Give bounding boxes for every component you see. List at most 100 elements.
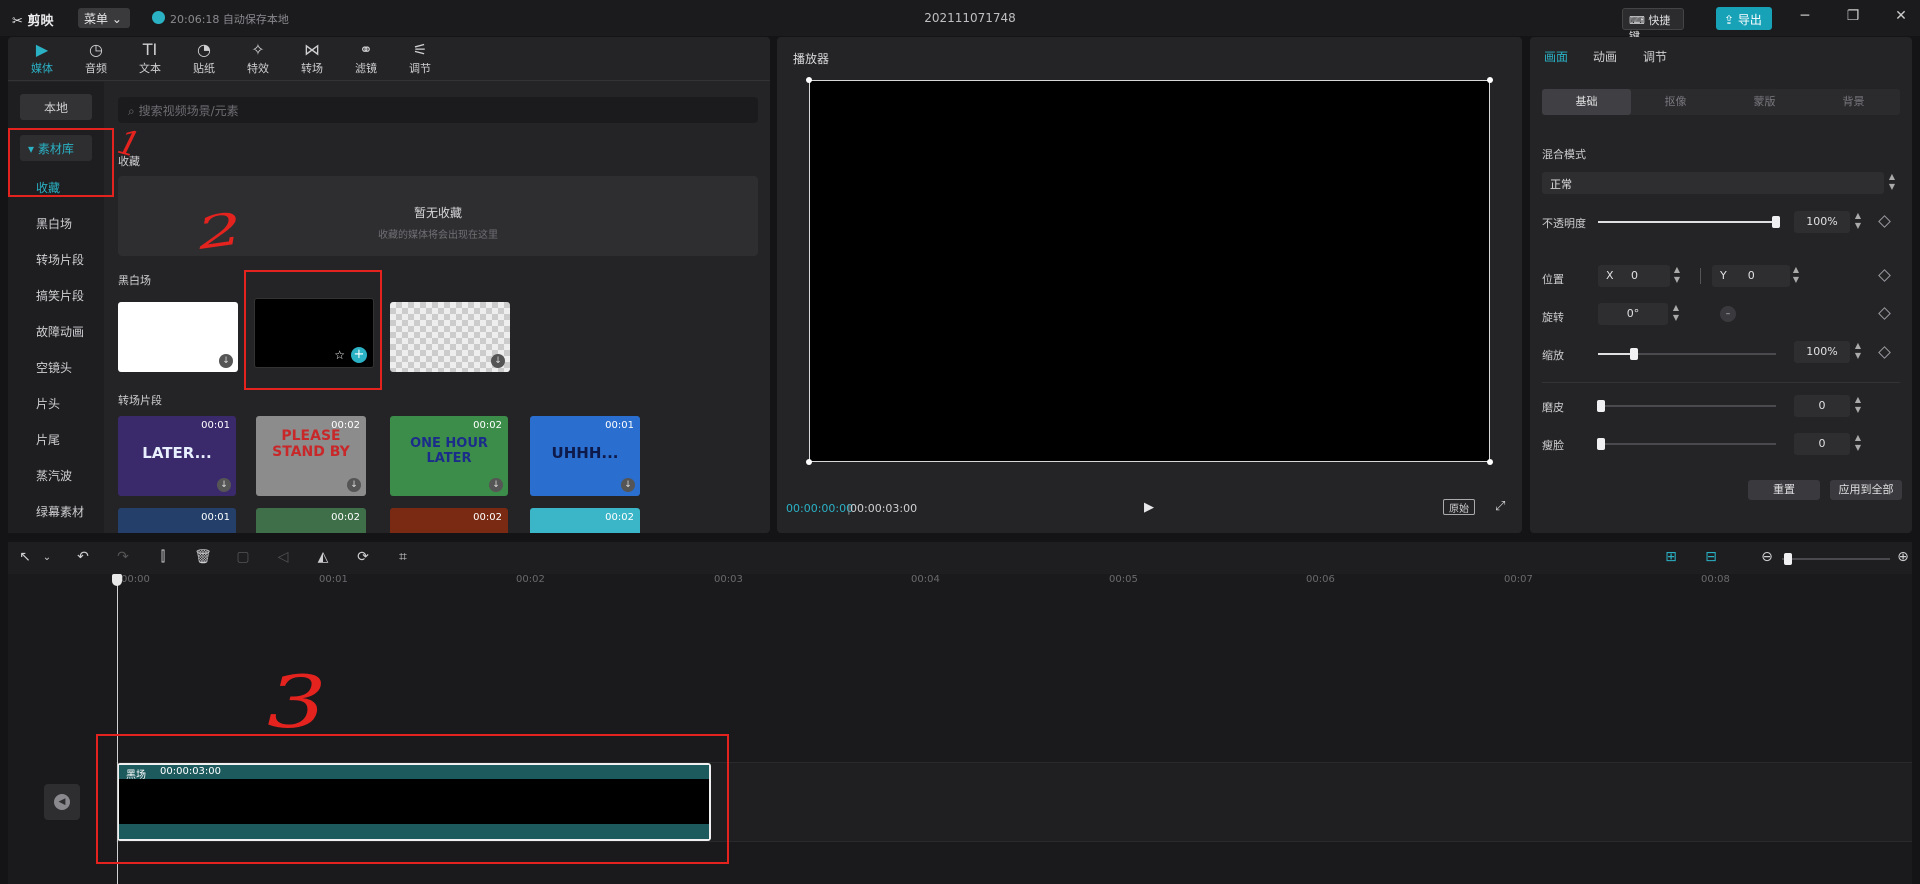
maximize-icon[interactable]: ❐: [1842, 8, 1864, 28]
smooth-skin-input[interactable]: 0: [1794, 395, 1850, 417]
delete-icon[interactable]: 🗑: [194, 549, 212, 565]
player-canvas[interactable]: [809, 80, 1490, 462]
slim-stepper-icon[interactable]: ▲ ▼: [1852, 433, 1864, 455]
media-thumb-clip[interactable]: UHHH... 00:01 ↓: [530, 416, 640, 496]
chevron-down-icon[interactable]: ⌄: [38, 552, 56, 563]
opacity-slider-knob[interactable]: [1772, 216, 1780, 228]
tab-sticker[interactable]: ◔ 贴纸: [182, 40, 226, 80]
nav-item[interactable]: 搞笑片段: [36, 287, 84, 304]
resize-handle[interactable]: [1487, 77, 1493, 83]
tab-effects[interactable]: ✧ 特效: [236, 40, 280, 80]
nav-item[interactable]: 片尾: [36, 431, 60, 448]
scale-stepper-icon[interactable]: ▲ ▼: [1852, 341, 1864, 363]
media-thumb-clip[interactable]: 00:02: [530, 508, 640, 533]
link-icon[interactable]: ⊟: [1702, 549, 1720, 565]
select-tool-icon[interactable]: ↖: [16, 549, 34, 565]
media-thumb-clip[interactable]: 00:02: [256, 508, 366, 533]
resize-handle[interactable]: [806, 77, 812, 83]
tab-adjust[interactable]: ⚟ 调节: [398, 40, 442, 80]
position-y-input[interactable]: Y 0: [1712, 265, 1790, 287]
nav-item[interactable]: 绿幕素材: [36, 503, 84, 520]
mirror-icon[interactable]: ◭: [314, 549, 332, 565]
media-thumb-clip[interactable]: ONE HOUR LATER 00:02 ↓: [390, 416, 508, 496]
export-button[interactable]: ⇪ 导出: [1716, 7, 1772, 30]
opacity-input[interactable]: 100%: [1794, 211, 1850, 233]
nav-local[interactable]: 本地: [20, 94, 92, 120]
subtab-mask[interactable]: 蒙版: [1720, 89, 1809, 115]
slim-face-slider[interactable]: [1598, 443, 1776, 445]
split-icon[interactable]: ⫿: [154, 549, 172, 565]
opacity-stepper-icon[interactable]: ▲ ▼: [1852, 211, 1864, 233]
download-icon[interactable]: ↓: [217, 478, 231, 492]
menu-button[interactable]: 菜单 ⌄: [78, 8, 130, 28]
search-input[interactable]: ⌕ 搜索视频场景/元素: [118, 97, 758, 123]
tab-canvas[interactable]: 画面: [1544, 48, 1568, 65]
tab-label: 文本: [139, 62, 161, 75]
scale-input[interactable]: 100%: [1794, 341, 1850, 363]
zoom-in-icon[interactable]: ⊕: [1894, 549, 1912, 565]
magnet-icon[interactable]: ⊞: [1662, 549, 1680, 565]
speaker-icon[interactable]: ◀: [54, 794, 70, 810]
scale-slider-knob[interactable]: [1630, 348, 1638, 360]
slim-face-knob[interactable]: [1597, 438, 1605, 450]
crop-icon[interactable]: ⌗: [394, 549, 412, 565]
reset-button[interactable]: 重置: [1748, 480, 1820, 500]
tab-animation[interactable]: 动画: [1593, 48, 1617, 65]
play-icon[interactable]: ▶: [1144, 500, 1154, 515]
rotate-dial-icon[interactable]: –: [1720, 306, 1736, 322]
media-thumb-clip[interactable]: 00:01: [118, 508, 236, 533]
rotate-input[interactable]: 0°: [1598, 303, 1668, 325]
media-thumb-transparent[interactable]: ↓: [390, 302, 510, 372]
download-icon[interactable]: ↓: [347, 478, 361, 492]
media-thumb-clip[interactable]: 00:02: [390, 508, 508, 533]
tab-filter[interactable]: ⚭ 滤镜: [344, 40, 388, 80]
nav-item[interactable]: 空镜头: [36, 359, 72, 376]
rotate-icon[interactable]: ⟳: [354, 549, 372, 565]
zoom-out-icon[interactable]: ⊖: [1758, 549, 1776, 565]
tab-media[interactable]: ▶ 媒体: [20, 40, 64, 80]
zoom-slider[interactable]: [1782, 558, 1890, 560]
blend-stepper-icon[interactable]: ▲ ▼: [1886, 172, 1898, 194]
download-icon[interactable]: ↓: [621, 478, 635, 492]
tab-adjustment[interactable]: 调节: [1643, 48, 1667, 65]
y-stepper-icon[interactable]: ▲ ▼: [1790, 265, 1802, 287]
download-icon[interactable]: ↓: [489, 478, 503, 492]
export-icon: ⇪: [1724, 13, 1735, 27]
minimize-icon[interactable]: ─: [1794, 8, 1816, 28]
download-icon[interactable]: ↓: [491, 354, 505, 368]
x-stepper-icon[interactable]: ▲ ▼: [1671, 265, 1683, 287]
blend-mode-select[interactable]: 正常: [1542, 172, 1884, 194]
subtab-background[interactable]: 背景: [1809, 89, 1898, 115]
media-thumb-clip[interactable]: LATER... 00:01 ↓: [118, 416, 236, 496]
rotate-stepper-icon[interactable]: ▲ ▼: [1670, 303, 1682, 325]
smooth-skin-slider[interactable]: [1598, 405, 1776, 407]
tab-transition[interactable]: ⋈ 转场: [290, 40, 334, 80]
nav-item[interactable]: 转场片段: [36, 251, 84, 268]
tab-text[interactable]: TI 文本: [128, 40, 172, 80]
playhead-handle[interactable]: [112, 574, 122, 586]
smooth-stepper-icon[interactable]: ▲ ▼: [1852, 395, 1864, 417]
position-x-input[interactable]: X 0: [1598, 265, 1670, 287]
nav-item[interactable]: 故障动画: [36, 323, 84, 340]
slim-face-input[interactable]: 0: [1794, 433, 1850, 455]
resize-handle[interactable]: [1487, 459, 1493, 465]
undo-icon[interactable]: ↶: [74, 549, 92, 565]
tab-audio[interactable]: ◷ 音频: [74, 40, 118, 80]
shortcut-button[interactable]: ⌨ 快捷键: [1622, 8, 1684, 43]
apply-all-button[interactable]: 应用到全部: [1830, 480, 1902, 500]
resize-handle[interactable]: [806, 459, 812, 465]
download-icon[interactable]: ↓: [219, 354, 233, 368]
subtab-cutout[interactable]: 抠像: [1631, 89, 1720, 115]
zoom-slider-knob[interactable]: [1784, 553, 1792, 565]
close-icon[interactable]: ✕: [1890, 8, 1912, 28]
fullscreen-icon[interactable]: ⤢: [1495, 499, 1505, 514]
nav-item[interactable]: 黑白场: [36, 215, 72, 232]
original-ratio-button[interactable]: 原始: [1443, 499, 1475, 515]
media-thumb-clip[interactable]: PLEASE STAND BY 00:02 ↓: [256, 416, 366, 496]
smooth-skin-knob[interactable]: [1597, 400, 1605, 412]
media-thumb-white[interactable]: ↓: [118, 302, 238, 372]
subtab-basic[interactable]: 基础: [1542, 89, 1631, 115]
nav-item[interactable]: 蒸汽波: [36, 467, 72, 484]
media-toolbar: [8, 37, 770, 81]
nav-item[interactable]: 片头: [36, 395, 60, 412]
